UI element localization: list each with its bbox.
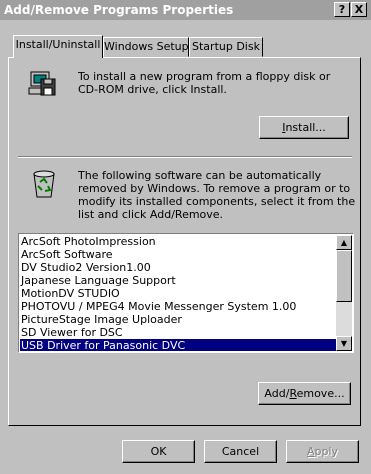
recycle-bin-icon — [29, 168, 59, 200]
tab-install-uninstall[interactable]: Install/Uninstall — [13, 35, 103, 58]
add-remove-button[interactable]: Add/Remove... — [258, 382, 351, 405]
tab-panel: To install a new program from a floppy d… — [8, 57, 361, 426]
program-list-item[interactable]: DV Studio2 Version1.00 — [20, 261, 336, 274]
program-list-item[interactable]: USB Driver for Panasonic DVC — [20, 339, 336, 351]
remove-description: The following software can be automatica… — [78, 169, 356, 221]
list-scrollbar[interactable]: ▲ ▼ — [336, 235, 352, 351]
close-button[interactable]: X — [351, 2, 367, 17]
program-list-item[interactable]: SD Viewer for DSC — [20, 326, 336, 339]
divider — [18, 156, 352, 158]
dialog-window: Add/Remove Programs Properties ? X Insta… — [0, 0, 371, 474]
program-list-item[interactable]: Japanese Language Support — [20, 274, 336, 287]
program-list-item[interactable]: MotionDV STUDIO — [20, 287, 336, 300]
program-list-item[interactable]: ArcSoft PhotoImpression — [20, 235, 336, 248]
scroll-thumb[interactable] — [336, 250, 352, 302]
program-list-item[interactable]: PHOTOVU / MPEG4 Movie Messenger System 1… — [20, 300, 336, 313]
window-title: Add/Remove Programs Properties — [4, 3, 234, 17]
program-list-items: ArcSoft PhotoImpression ArcSoft Software D… — [20, 235, 336, 351]
program-list-item[interactable]: ArcSoft Software — [20, 248, 336, 261]
floppy-computer-icon — [27, 69, 59, 101]
cancel-button[interactable]: Cancel — [204, 440, 277, 463]
help-button[interactable]: ? — [334, 2, 350, 17]
tab-windows-setup[interactable]: Windows Setup — [103, 37, 189, 57]
title-bar[interactable]: Add/Remove Programs Properties ? X — [0, 0, 371, 20]
program-list-item[interactable]: PictureStage Image Uploader — [20, 313, 336, 326]
tab-startup-disk[interactable]: Startup Disk — [189, 37, 263, 57]
scroll-down-button[interactable]: ▼ — [336, 336, 352, 351]
apply-button[interactable]: Apply — [286, 440, 359, 463]
ok-button[interactable]: OK — [122, 440, 195, 463]
install-description: To install a new program from a floppy d… — [78, 70, 331, 96]
scroll-up-button[interactable]: ▲ — [336, 235, 352, 250]
install-button[interactable]: Install... — [259, 116, 349, 139]
program-list[interactable]: ArcSoft PhotoImpression ArcSoft Software D… — [18, 233, 354, 353]
